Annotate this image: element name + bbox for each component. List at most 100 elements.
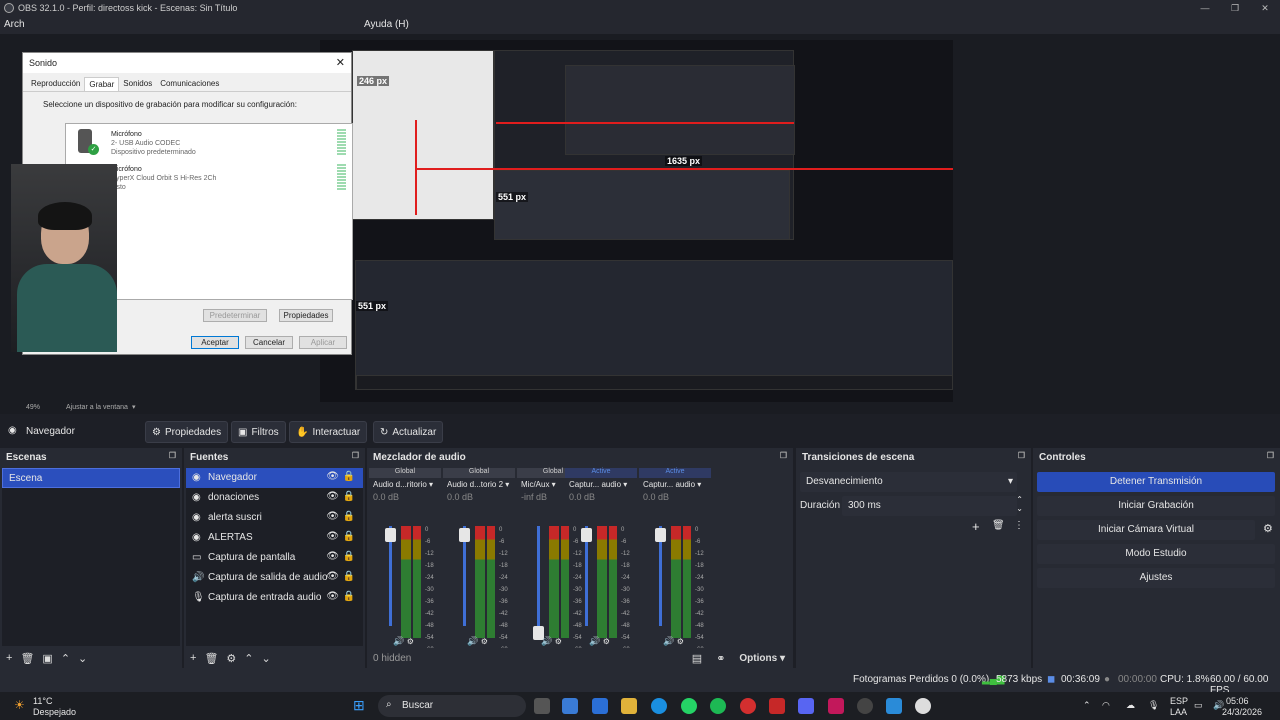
settings-button[interactable]: Ajustes xyxy=(1037,568,1275,588)
source-item[interactable]: ▭ Captura de pantalla 👁 🔒 xyxy=(186,548,363,568)
up-icon[interactable]: ⌃ xyxy=(244,652,253,665)
stop-stream-button[interactable]: Detener Transmisión xyxy=(1037,472,1275,492)
fader-knob[interactable] xyxy=(459,528,470,542)
preview-canvas[interactable]: 246 px 1635 px 551 px 551 px xyxy=(320,40,953,402)
eye-icon[interactable]: 👁 xyxy=(326,551,339,562)
opera-icon[interactable] xyxy=(740,698,756,714)
volume-fader[interactable] xyxy=(385,526,396,626)
clock-time[interactable]: 05:06 xyxy=(1226,696,1249,706)
down-icon[interactable]: ⌄ xyxy=(262,652,271,665)
eye-icon[interactable]: 👁 xyxy=(326,511,339,522)
gear-icon[interactable]: ⚙ xyxy=(481,637,488,646)
undock-icon[interactable]: ❐ xyxy=(169,451,176,460)
up-icon[interactable]: ⌃ xyxy=(61,652,70,665)
channel-name[interactable]: Captur... audio ▾ xyxy=(639,480,711,489)
calculator-icon[interactable] xyxy=(562,698,578,714)
gear-icon[interactable]: ⚙ xyxy=(407,637,414,646)
eye-icon[interactable]: 👁 xyxy=(326,571,339,582)
lock-icon[interactable]: 🔒 xyxy=(343,551,355,562)
properties-button[interactable]: ⚙ Propiedades xyxy=(145,421,229,443)
filter-icon[interactable]: ▣ xyxy=(42,652,52,665)
tab-reproduccion[interactable]: Reproducción xyxy=(27,77,84,91)
app-icon[interactable] xyxy=(886,698,902,714)
properties-button[interactable]: Propiedades xyxy=(279,309,333,322)
lock-icon[interactable]: 🔒 xyxy=(343,491,355,502)
app-icon[interactable] xyxy=(857,698,873,714)
eye-icon[interactable]: 👁 xyxy=(326,491,339,502)
ok-button[interactable]: Aceptar xyxy=(191,336,239,349)
speaker-icon[interactable]: 🔊 xyxy=(541,636,552,646)
hidden-count[interactable]: 0 hidden xyxy=(373,653,411,664)
app-icon[interactable] xyxy=(769,698,785,714)
channel-name[interactable]: Captur... audio ▾ xyxy=(565,480,637,489)
undock-icon[interactable]: ❐ xyxy=(1018,451,1025,460)
whatsapp-icon[interactable] xyxy=(681,698,697,714)
tab-grabar[interactable]: Grabar xyxy=(84,77,120,91)
duration-input[interactable]: 300 ms xyxy=(842,496,1017,516)
mic-tray-icon[interactable]: 🎙 xyxy=(1148,700,1159,711)
gear-icon[interactable]: ⚙ xyxy=(677,637,684,646)
fader-knob[interactable] xyxy=(385,528,396,542)
speaker-icon[interactable]: 🔊 xyxy=(467,636,478,646)
search-box[interactable]: ⌕ Buscar xyxy=(378,695,526,717)
maximize-icon[interactable]: ❐ xyxy=(1220,0,1250,16)
cloud-icon[interactable]: ☁ xyxy=(1126,700,1135,711)
obs-icon[interactable] xyxy=(915,698,931,714)
source-item[interactable]: 🔊 Captura de salida de audio 👁 🔒 xyxy=(186,568,363,588)
tray-chevron-icon[interactable]: ⌃ xyxy=(1083,700,1091,711)
source-item[interactable]: 🎙 Captura de entrada audio 👁 🔒 xyxy=(186,588,363,608)
lang-1[interactable]: ESP xyxy=(1170,696,1188,706)
weather-text[interactable]: Despejado xyxy=(33,707,76,717)
eye-icon[interactable]: 👁 xyxy=(326,471,339,482)
filters-button[interactable]: ▣ Filtros xyxy=(231,421,286,443)
eye-icon[interactable]: 👁 xyxy=(326,591,339,602)
source-item[interactable]: ◉ ALERTAS 👁 🔒 xyxy=(186,528,363,548)
undock-icon[interactable]: ❐ xyxy=(1267,451,1274,460)
lock-icon[interactable]: 🔒 xyxy=(343,591,355,602)
trash-icon[interactable]: 🗑 xyxy=(204,652,218,665)
lock-icon[interactable]: 🔒 xyxy=(343,471,355,482)
link-icon[interactable]: ⚭ xyxy=(716,652,725,665)
zoom-level[interactable]: 49% xyxy=(26,404,40,411)
gear-icon[interactable]: ⚙ xyxy=(603,637,610,646)
speaker-icon[interactable]: 🔊 xyxy=(663,636,674,646)
default-button[interactable]: Predeterminar xyxy=(203,309,267,322)
temperature[interactable]: 11°C xyxy=(33,696,52,706)
spotify-icon[interactable] xyxy=(710,698,726,714)
lock-icon[interactable]: 🔒 xyxy=(343,531,355,542)
device-item[interactable]: ✓ Micrófono 2- USB Audio CODEC Dispositi… xyxy=(66,124,352,159)
edge-icon[interactable] xyxy=(651,698,667,714)
gear-icon[interactable]: ⚙ xyxy=(226,652,236,665)
wifi-icon[interactable]: ◠ xyxy=(1102,700,1110,711)
dialog-close-icon[interactable]: ✕ xyxy=(336,56,345,69)
trash-icon[interactable]: 🗑 xyxy=(992,520,1005,531)
cancel-button[interactable]: Cancelar xyxy=(245,336,293,349)
more-icon[interactable]: ⋮ xyxy=(1014,520,1024,531)
interact-button[interactable]: ✋ Interactuar xyxy=(289,421,368,443)
task-view-icon[interactable] xyxy=(534,698,550,714)
discord-icon[interactable] xyxy=(798,698,814,714)
options-button[interactable]: Options ▾ xyxy=(739,653,785,664)
lock-icon[interactable]: 🔒 xyxy=(343,511,355,522)
zoom-fit[interactable]: Ajustar a la ventana xyxy=(66,404,128,411)
volume-fader[interactable] xyxy=(655,526,666,626)
layout-icon[interactable]: ▤ xyxy=(692,652,702,665)
outlook-icon[interactable] xyxy=(592,698,608,714)
clock-date[interactable]: 24/3/2026 xyxy=(1222,707,1262,717)
tab-sonidos[interactable]: Sonidos xyxy=(119,77,156,91)
add-icon[interactable]: + xyxy=(6,652,12,664)
studio-mode-button[interactable]: Modo Estudio xyxy=(1037,544,1275,564)
undock-icon[interactable]: ❐ xyxy=(352,451,359,460)
source-item[interactable]: ◉ Navegador 👁 🔒 xyxy=(186,468,363,488)
start-recording-button[interactable]: Iniciar Grabación xyxy=(1037,496,1275,516)
explorer-icon[interactable] xyxy=(621,698,637,714)
preview-area[interactable]: 246 px 1635 px 551 px 551 px Sonido ✕ Re… xyxy=(0,34,1280,402)
fader-knob[interactable] xyxy=(655,528,666,542)
minimize-icon[interactable]: — xyxy=(1190,0,1220,16)
apply-button[interactable]: Aplicar xyxy=(299,336,347,349)
source-item[interactable]: ◉ alerta suscri 👁 🔒 xyxy=(186,508,363,528)
volume-fader[interactable] xyxy=(581,526,592,626)
lang-2[interactable]: LAA xyxy=(1170,707,1187,717)
channel-name[interactable]: Audio d...ritorio ▾ xyxy=(369,480,441,489)
speaker-icon[interactable]: 🔊 xyxy=(393,636,404,646)
